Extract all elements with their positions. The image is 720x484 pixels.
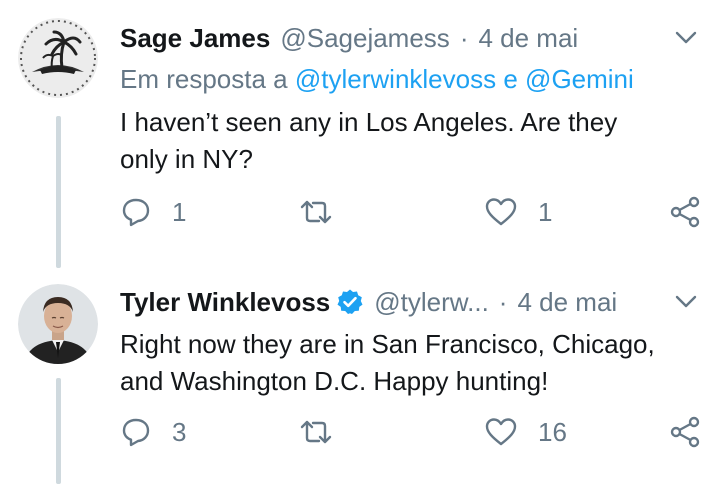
tweet-text: I haven’t seen any in Los Angeles. Are t… <box>120 104 700 178</box>
retweet-icon <box>300 420 332 444</box>
thread-line <box>56 116 61 268</box>
share-button[interactable] <box>668 414 702 450</box>
reply-context: Em resposta a @tylerwinklevoss e @Gemini <box>120 64 634 95</box>
action-bar: 3 16 <box>120 414 702 450</box>
palm-tree-island-avatar <box>18 18 98 98</box>
mention-conjunction[interactable]: e <box>503 64 517 94</box>
like-count: 16 <box>538 416 567 447</box>
tweet-text-line: only in NY? <box>120 144 253 174</box>
reply-prefix: Em resposta a <box>120 64 288 94</box>
author-handle[interactable]: @Sagejamess <box>280 23 449 54</box>
reply-count: 3 <box>172 416 187 447</box>
tweet-sage-james[interactable]: Sage James @Sagejamess · 4 de mai Em res… <box>0 0 720 268</box>
reply-icon <box>122 418 150 447</box>
chevron-down-icon[interactable] <box>672 288 700 316</box>
reply-icon <box>122 198 150 227</box>
tweet-tyler-winklevoss[interactable]: Tyler Winklevoss @tylerw... · 4 de mai R… <box>0 268 720 484</box>
like-button[interactable]: 16 <box>484 414 567 450</box>
like-button[interactable]: 1 <box>484 194 552 230</box>
tweet-text: Right now they are in San Francisco, Chi… <box>120 326 700 400</box>
person-photo-avatar <box>18 284 98 364</box>
tweet-text-line: I haven’t seen any in Los Angeles. Are t… <box>120 107 618 137</box>
mention-link[interactable]: @tylerwinklevoss <box>295 64 496 94</box>
separator-dot: · <box>459 22 469 53</box>
retweet-icon <box>300 200 332 224</box>
tweet-text-line: Right now they are in San Francisco, Chi… <box>120 329 655 359</box>
tweet-header: Sage James @Sagejamess · 4 de mai <box>120 21 700 55</box>
author-handle[interactable]: @tylerw... <box>374 287 489 318</box>
reply-count: 1 <box>172 196 187 227</box>
author-name[interactable]: Tyler Winklevoss <box>120 287 330 318</box>
share-button[interactable] <box>668 194 702 230</box>
tweet-date[interactable]: 4 de mai <box>517 287 617 318</box>
separator-dot: · <box>498 286 508 317</box>
verified-badge-icon <box>336 288 364 316</box>
retweet-button[interactable] <box>298 194 354 230</box>
heart-icon <box>485 198 517 226</box>
avatar[interactable] <box>18 284 98 364</box>
chevron-down-icon[interactable] <box>672 24 700 52</box>
mention-link[interactable]: @Gemini <box>525 64 634 94</box>
share-icon <box>670 196 700 228</box>
like-count: 1 <box>538 196 553 227</box>
author-name[interactable]: Sage James <box>120 23 270 54</box>
tweet-date[interactable]: 4 de mai <box>478 23 578 54</box>
tweet-header: Tyler Winklevoss @tylerw... · 4 de mai <box>120 285 700 319</box>
share-icon <box>670 416 700 448</box>
reply-button[interactable]: 3 <box>120 414 186 450</box>
heart-icon <box>485 418 517 446</box>
thread-line <box>56 378 61 484</box>
action-bar: 1 1 <box>120 194 702 230</box>
retweet-button[interactable] <box>298 414 354 450</box>
tweet-text-line: and Washington D.C. Happy hunting! <box>120 366 549 396</box>
reply-button[interactable]: 1 <box>120 194 186 230</box>
avatar[interactable] <box>18 18 98 98</box>
